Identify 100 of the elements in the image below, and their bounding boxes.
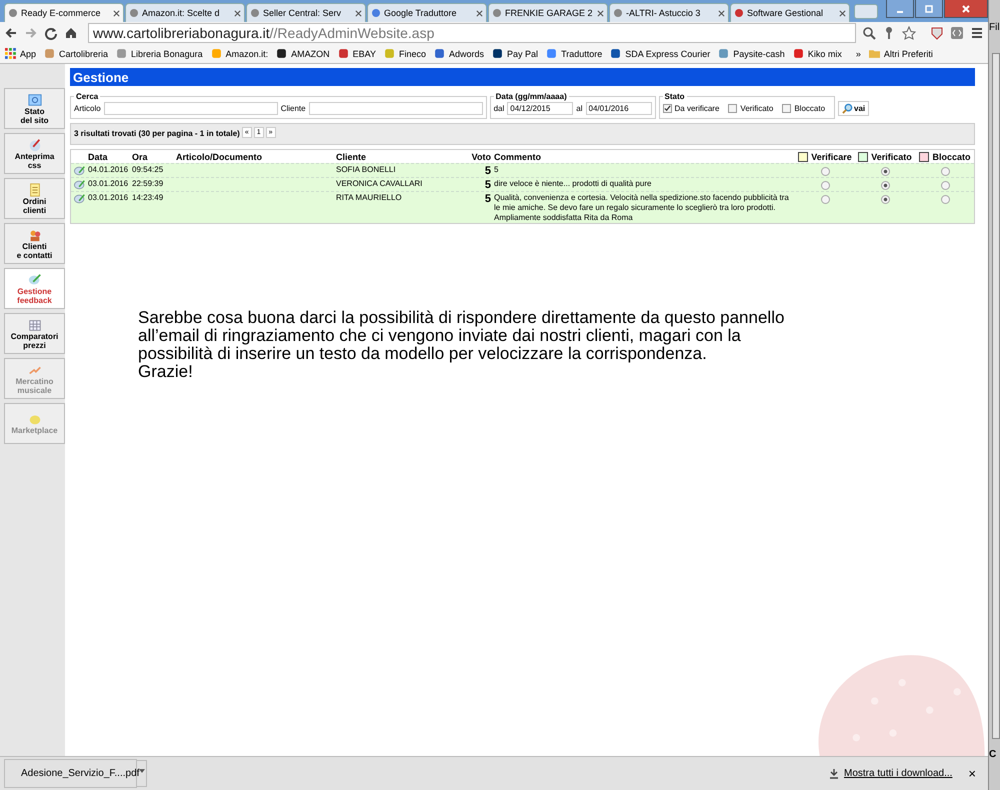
file-name: Adesione_Servizio_F....pdf <box>21 768 140 779</box>
sidebar-item[interactable]: Clienti e contatti <box>4 223 65 264</box>
radio-button[interactable] <box>820 195 830 204</box>
close-downloads-button[interactable]: × <box>968 766 976 781</box>
search-button[interactable]: vai <box>838 101 870 116</box>
close-icon[interactable] <box>597 10 604 16</box>
favicon-icon <box>610 48 622 59</box>
bookmark-link[interactable]: Fineco <box>384 48 426 59</box>
bookmark-link[interactable]: Pay Pal <box>492 48 538 59</box>
more-bookmarks-button[interactable]: » <box>856 48 861 58</box>
close-icon[interactable] <box>839 10 846 16</box>
close-icon[interactable] <box>718 10 725 16</box>
sidebar-item[interactable]: Anteprima css <box>4 133 65 174</box>
sidebar-item[interactable]: Comparatori prezzi <box>4 313 65 354</box>
checkbox-label: Bloccato <box>794 104 826 112</box>
group-title: Data (gg/mm/aaaa) <box>494 92 568 101</box>
browser-tab[interactable]: -ALTRI- Astuccio 3 <box>609 3 729 22</box>
apps-shortcut[interactable]: App <box>5 48 36 59</box>
favicon-icon <box>129 8 139 18</box>
minimize-button[interactable] <box>886 0 914 18</box>
bookmark-link[interactable]: Adwords <box>434 48 484 59</box>
radio-button[interactable] <box>820 181 830 190</box>
search-icon <box>842 103 854 114</box>
back-icon[interactable] <box>4 26 18 40</box>
bookmark-link[interactable]: Libreria Bonagura <box>116 48 203 59</box>
grid-icon <box>28 318 42 332</box>
favicon-icon <box>250 8 260 18</box>
sidebar-item[interactable]: Gestione feedback <box>4 268 65 309</box>
table-cell-text: 5 <box>484 179 492 191</box>
code-icon[interactable] <box>950 26 964 40</box>
speech-bubble-icon <box>28 272 42 286</box>
download-icon <box>829 768 840 778</box>
bookmark-link[interactable]: Kiko mix <box>792 48 842 59</box>
browser-tab[interactable]: FRENKIE GARAGE 2 <box>488 3 608 22</box>
bookmark-link[interactable]: Traduttore <box>546 48 602 59</box>
radio-button[interactable] <box>880 195 890 204</box>
address-field[interactable]: www.cartolibreriabonagura.it//ReadyAdminWebsite.asp <box>88 23 856 43</box>
close-icon[interactable] <box>113 10 120 16</box>
favicon-icon <box>792 48 804 59</box>
sidebar-item[interactable]: Stato del sito <box>4 88 65 129</box>
favicon-icon <box>338 48 349 59</box>
close-icon[interactable] <box>234 10 241 16</box>
close-icon[interactable] <box>355 10 362 16</box>
radio-button[interactable] <box>880 181 890 190</box>
table-cell-text: 03.01.2016 <box>88 193 130 202</box>
window-text: Fil <box>989 22 1000 33</box>
browser-tab[interactable]: Seller Central: Serv <box>246 3 366 22</box>
favicon-icon <box>718 48 730 59</box>
radio-button[interactable] <box>940 195 950 204</box>
radio-button[interactable] <box>820 167 830 176</box>
speech-bubble-icon[interactable] <box>74 193 86 205</box>
radio-button[interactable] <box>940 181 950 190</box>
bookmark-link[interactable]: Amazon.it: <box>210 48 268 59</box>
browser-tab[interactable]: Google Traduttore <box>367 3 487 22</box>
shield-icon[interactable] <box>930 26 944 40</box>
column-header: Ora <box>132 152 149 162</box>
bookmark-link[interactable]: EBAY <box>338 48 376 59</box>
checkbox[interactable] <box>728 104 738 112</box>
column-header: Data <box>88 152 109 162</box>
checkbox[interactable] <box>782 104 792 112</box>
menu-icon[interactable] <box>970 26 984 40</box>
note-text: Sarebbe cosa buona darci la possibilità di rispondere direttamente da questo pannello all’email di ringraziamento che ci vengono inviate dai nostri clienti, magari con la possibilità di inserire un testo da modello per velocizzare la corrispondenza. Grazie! <box>138 309 786 381</box>
search-icon[interactable] <box>862 26 876 40</box>
bookmark-link[interactable]: Cartolibreria <box>44 48 108 59</box>
browser-tab[interactable]: Ready E-commerce <box>4 3 124 22</box>
article-field[interactable] <box>104 102 278 114</box>
field-label: Articolo <box>74 104 101 112</box>
favicon-icon <box>384 48 395 59</box>
close-icon[interactable] <box>476 10 483 16</box>
client-field[interactable] <box>308 102 483 114</box>
bookmark-link[interactable]: Paysite-cash <box>718 48 785 59</box>
speech-bubble-icon[interactable] <box>74 165 86 177</box>
speech-bubble-icon[interactable] <box>74 179 86 191</box>
other-bookmarks-folder[interactable]: Altri Preferiti <box>868 48 933 59</box>
reload-icon[interactable] <box>44 26 58 40</box>
bookmark-link[interactable]: SDA Express Courier <box>610 48 710 59</box>
bookmark-link[interactable]: AMAZON <box>276 48 330 59</box>
table-cell-text: 03.01.2016 <box>88 179 130 188</box>
radio-button[interactable] <box>940 167 950 176</box>
download-item[interactable]: Adesione_Servizio_F....pdf <box>4 759 137 788</box>
star-icon[interactable] <box>902 26 916 40</box>
show-all-downloads-link[interactable]: Mostra tutti i download... <box>829 768 952 779</box>
caret-icon <box>138 769 144 773</box>
table-cell-text: 5 <box>484 165 492 177</box>
sidebar-item[interactable]: Ordini clienti <box>4 178 65 219</box>
checkbox[interactable] <box>662 104 672 112</box>
radio-button[interactable] <box>880 167 890 176</box>
table-cell-text: 5 <box>493 165 500 175</box>
maximize-button[interactable] <box>915 0 943 18</box>
browser-tab[interactable]: Software Gestional <box>730 3 850 22</box>
close-icon <box>961 4 971 14</box>
home-icon[interactable] <box>64 26 78 40</box>
browser-tab[interactable]: Amazon.it: Scelte d <box>125 3 245 22</box>
table-cell-text: 5 <box>484 193 492 205</box>
favicon-icon <box>434 48 446 59</box>
date-field[interactable]: 04/12/2015 <box>507 102 574 114</box>
date-field[interactable]: 04/01/2016 <box>586 102 652 114</box>
close-window-button[interactable] <box>944 0 988 18</box>
column-header: Verificare <box>811 152 852 162</box>
folder-icon <box>868 48 880 59</box>
